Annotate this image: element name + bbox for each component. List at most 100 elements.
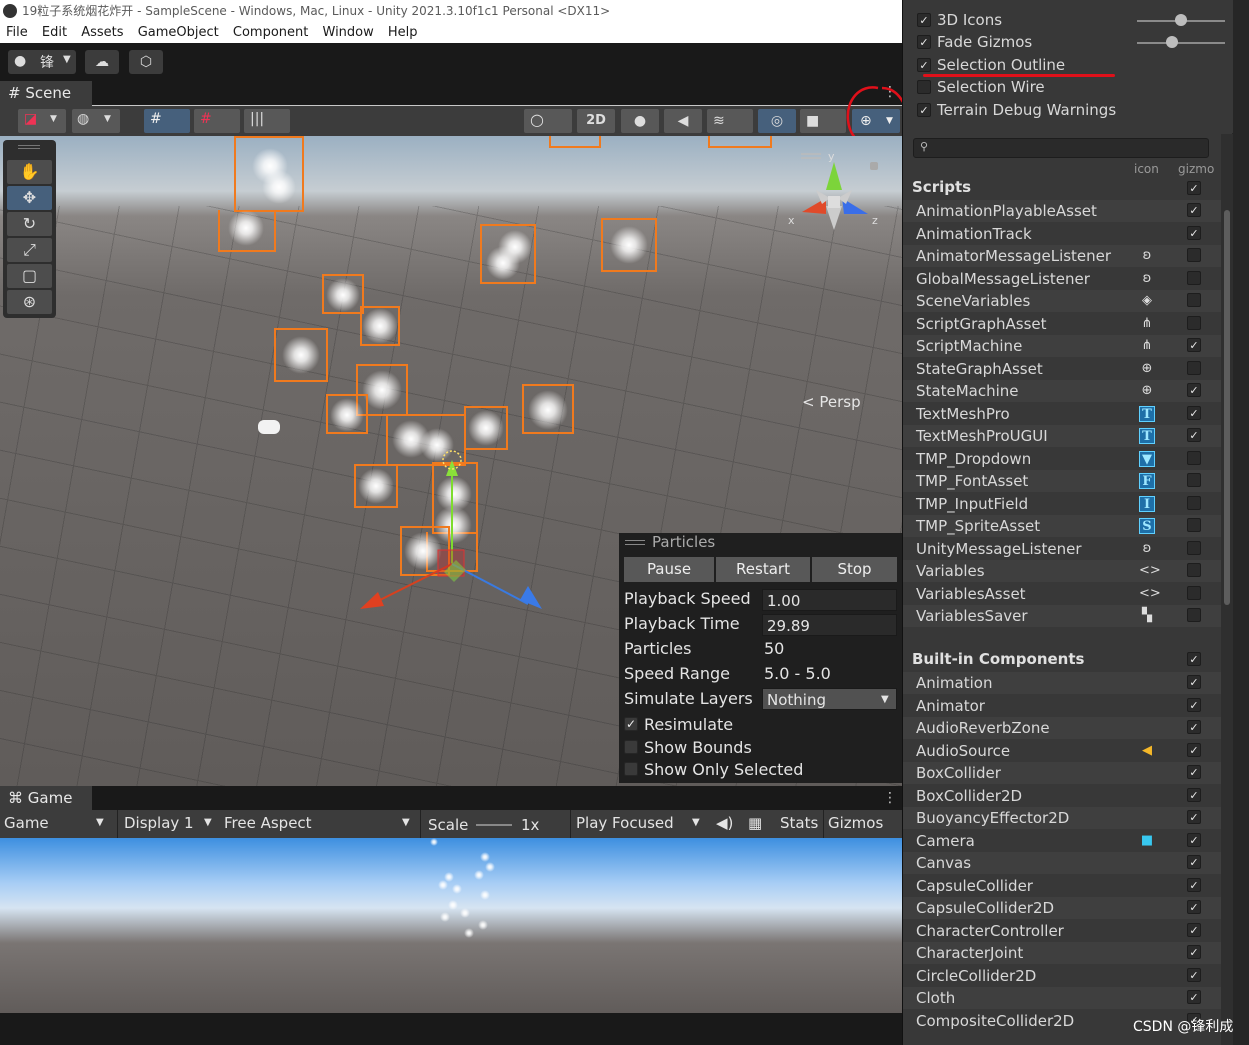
show-only-selected-checkbox[interactable]	[624, 762, 638, 776]
gizmo-toggle-checkbox[interactable]: ✓	[1187, 990, 1201, 1004]
menu-file[interactable]: File	[6, 25, 28, 40]
gizmo-toggle-checkbox[interactable]	[1187, 518, 1201, 532]
gizmo-row[interactable]: ScriptGraphAsset ⋔	[903, 313, 1221, 335]
code-icon[interactable]: <>	[1139, 563, 1161, 579]
gizmo-toggle-checkbox[interactable]	[1187, 608, 1201, 622]
gizmo-row[interactable]: Animation ✓	[903, 672, 1221, 694]
icon-size-knob[interactable]	[1175, 14, 1187, 26]
scale-tool-button[interactable]: ⤢	[7, 238, 52, 262]
ear-icon[interactable]: ʚ	[1139, 541, 1155, 557]
camera-gizmo-icon[interactable]	[258, 420, 280, 434]
menu-edit[interactable]: Edit	[42, 25, 67, 40]
gizmo-toggle-checkbox[interactable]: ✓	[1187, 922, 1201, 937]
mute-audio-icon[interactable]: ◀)	[716, 810, 733, 836]
graph-icon[interactable]: ⋔	[1139, 316, 1155, 332]
gizmo-toggle-checkbox[interactable]: ✓	[1187, 787, 1201, 802]
collab-button[interactable]: ⬡	[129, 50, 163, 74]
gizmo-toggle-checkbox[interactable]: ✓	[1187, 900, 1201, 914]
tmp-f-icon[interactable]: F	[1139, 473, 1155, 489]
gizmo-toggle-checkbox[interactable]: ✓	[1187, 832, 1201, 847]
lock-icon[interactable]	[870, 162, 878, 170]
gizmo-toggle-checkbox[interactable]: ✓	[1187, 405, 1201, 420]
audio-toggle-button[interactable]: ◀	[664, 109, 702, 133]
gizmo-toggle-checkbox[interactable]: ✓	[1187, 675, 1201, 689]
ear-icon[interactable]: ʚ	[1139, 271, 1155, 287]
fade-gizmos-checkbox[interactable]: ✓	[917, 35, 931, 49]
tmp-t-icon[interactable]: T	[1139, 405, 1155, 422]
gizmo-row[interactable]: AudioSource ◀ ✓	[903, 740, 1221, 762]
gizmo-toggle-checkbox[interactable]	[1187, 293, 1201, 307]
gizmo-row[interactable]: TextMeshProUGUI T ✓	[903, 425, 1221, 447]
3d-icons-checkbox[interactable]: ✓	[917, 13, 931, 27]
fade-knob[interactable]	[1166, 36, 1178, 48]
show-bounds-checkbox[interactable]	[624, 740, 638, 754]
playback-speed-field[interactable]: 1.00	[762, 589, 897, 611]
gizmo-row[interactable]: SceneVariables ◈	[903, 290, 1221, 312]
state-icon[interactable]: ⊕	[1139, 361, 1155, 377]
gizmo-toggle-checkbox[interactable]	[1187, 585, 1201, 600]
fade-slider[interactable]	[1137, 42, 1225, 44]
gizmo-row[interactable]: TMP_SpriteAsset S	[903, 515, 1221, 537]
gizmo-toggle-checkbox[interactable]	[1187, 473, 1201, 487]
camera-icon[interactable]: ■	[1139, 833, 1155, 849]
scale-slider[interactable]	[476, 824, 512, 826]
display-dropdown[interactable]: Display 1 ▼	[124, 810, 220, 836]
x-arrow-icon[interactable]	[360, 592, 384, 609]
gizmo-row[interactable]: Variables <>	[903, 560, 1221, 582]
game-view-mode-dropdown[interactable]: Game ▼	[4, 810, 112, 836]
gizmo-row[interactable]: AudioReverbZone ✓	[903, 717, 1221, 739]
gizmo-row[interactable]: BoxCollider2D ✓	[903, 785, 1221, 807]
builtin-section-checkbox[interactable]: ✓	[1187, 652, 1201, 666]
transform-tool-button[interactable]: ⊛	[7, 290, 52, 314]
render-mode-dropdown[interactable]: ◍ ▼	[72, 109, 120, 133]
ear-icon[interactable]: ʚ	[1139, 248, 1155, 264]
orientation-gizmo[interactable]: y x z	[786, 146, 886, 246]
gizmo-toggle-checkbox[interactable]: ✓	[1187, 383, 1201, 397]
menu-gameobject[interactable]: GameObject	[138, 25, 219, 40]
selection-wire-checkbox[interactable]	[917, 80, 931, 94]
gizmo-row[interactable]: CircleCollider2D ✓	[903, 965, 1221, 987]
neg-y-cone-icon[interactable]	[826, 206, 842, 230]
gizmo-row[interactable]: TMP_FontAsset F	[903, 470, 1221, 492]
drag-handle[interactable]	[18, 145, 40, 149]
gizmo-toggle-checkbox[interactable]: ✓	[1187, 720, 1201, 734]
gizmo-row[interactable]: ScriptMachine ⋔ ✓	[903, 335, 1221, 357]
gizmo-toggle-checkbox[interactable]: ✓	[1187, 225, 1201, 240]
gizmo-row[interactable]: AnimationTrack ✓	[903, 223, 1221, 245]
gizmo-toggle-checkbox[interactable]	[1187, 495, 1201, 510]
code-icon[interactable]: <>	[1139, 586, 1161, 602]
gizmo-toggle-checkbox[interactable]	[1187, 248, 1201, 262]
grid-snapping-dropdown[interactable]: #	[194, 109, 240, 133]
aspect-dropdown[interactable]: Free Aspect ▼	[224, 810, 416, 836]
gizmo-toggle-checkbox[interactable]: ✓	[1187, 967, 1201, 982]
graph-icon[interactable]: ⋔	[1139, 338, 1155, 354]
gizmo-toggle-checkbox[interactable]	[1187, 540, 1201, 555]
gizmo-toggle-checkbox[interactable]: ✓	[1187, 855, 1201, 869]
account-dropdown[interactable]: ● 锋 ▼	[8, 50, 76, 74]
gizmo-row[interactable]: GlobalMessageListener ʚ	[903, 268, 1221, 290]
scene-view-dropdown[interactable]: ○	[524, 109, 572, 133]
gizmo-row[interactable]: AnimatorMessageListener ʚ	[903, 245, 1221, 267]
gizmo-toggle-checkbox[interactable]: ✓	[1187, 810, 1201, 824]
menu-component[interactable]: Component	[233, 25, 308, 40]
draw-mode-dropdown[interactable]: ◪ ▼	[18, 109, 66, 133]
projection-toggle[interactable]: < Persp	[802, 393, 861, 411]
gizmos-toggle-button[interactable]: Gizmos	[828, 810, 883, 836]
gizmo-toggle-checkbox[interactable]	[1187, 360, 1201, 375]
play-mode-dropdown[interactable]: Play Focused ▼	[576, 810, 708, 836]
gizmo-toggle-checkbox[interactable]: ✓	[1187, 428, 1201, 442]
gizmo-row[interactable]: Canvas ✓	[903, 852, 1221, 874]
rect-tool-button[interactable]: ▢	[7, 264, 52, 288]
gizmo-toggle-checkbox[interactable]	[1187, 563, 1201, 577]
pause-button[interactable]: Pause	[624, 557, 714, 582]
tab-scene[interactable]: # Scene	[0, 81, 92, 106]
menu-assets[interactable]: Assets	[81, 25, 123, 40]
game-viewport[interactable]	[0, 838, 905, 1013]
gizmo-toggle-checkbox[interactable]	[1187, 450, 1201, 465]
gizmo-row[interactable]: VariablesSaver ▚	[903, 605, 1221, 627]
menu-window[interactable]: Window	[323, 25, 374, 40]
restart-button[interactable]: Restart	[716, 557, 810, 582]
gizmo-row[interactable]: VariablesAsset <>	[903, 583, 1221, 605]
gizmo-row[interactable]: Camera ■ ✓	[903, 830, 1221, 852]
scene-visibility-button[interactable]: ◎	[758, 109, 796, 133]
